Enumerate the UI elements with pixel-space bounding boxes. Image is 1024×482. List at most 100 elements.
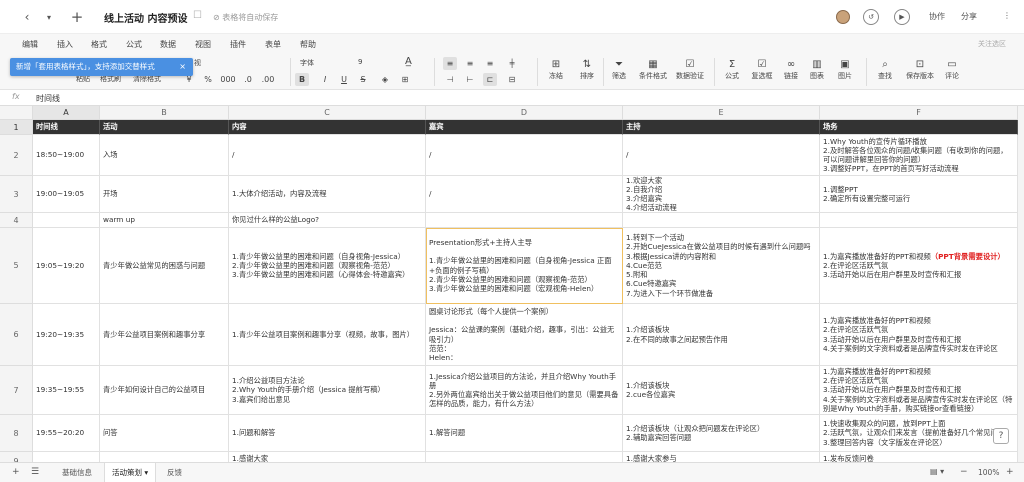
- menu-edit[interactable]: 编辑: [22, 39, 38, 50]
- chevron-down-icon[interactable]: ▾: [144, 468, 148, 477]
- table-cell[interactable]: 1.介绍该板块 2.在不同的故事之间起预告作用: [623, 304, 820, 366]
- formula-input[interactable]: 时间线: [36, 93, 60, 104]
- table-cell[interactable]: 1.解答问题: [426, 415, 623, 452]
- menu-formula[interactable]: 公式: [126, 39, 142, 50]
- table-cell[interactable]: 1.转到下一个活动 2.开始CueJessica在做公益项目的时候有遇到什么问题…: [623, 228, 820, 304]
- table-cell[interactable]: 青少年如何设计自己的公益项目: [100, 366, 229, 415]
- menu-insert[interactable]: 插入: [57, 39, 73, 50]
- data-validation-button[interactable]: ☑ 数据验证: [673, 59, 707, 81]
- table-cell[interactable]: 开场: [100, 176, 229, 213]
- font-color-icon[interactable]: A̲: [405, 56, 412, 67]
- table-cell[interactable]: 1.快速收集观众的问题，放到PPT上面 2.活跃气氛，让观众们来发言（提前准备好…: [820, 415, 1018, 452]
- save-version-button[interactable]: ⊡ 保存版本: [901, 59, 939, 81]
- chart-button[interactable]: ▥ 图表: [806, 59, 828, 81]
- table-cell[interactable]: 1.青少年公益项目案例和趣事分享（视频，故事，图片）: [229, 304, 426, 366]
- italic-button[interactable]: I: [318, 73, 332, 86]
- row-header[interactable]: 6: [0, 304, 33, 366]
- font-size-select[interactable]: 9: [358, 58, 362, 66]
- more-icon[interactable]: ⋮: [1003, 11, 1011, 20]
- table-cell[interactable]: 1.青少年做公益里的困难和问题（自身视角-Jessica） 2.青少年做公益里的…: [229, 228, 426, 304]
- align-right-icon[interactable]: ≡: [483, 57, 497, 70]
- table-cell[interactable]: /: [426, 176, 623, 213]
- help-button[interactable]: ?: [993, 428, 1009, 444]
- table-cell[interactable]: 1.发布反馈问卷: [820, 452, 1018, 462]
- conditional-format-button[interactable]: ▦ 条件格式: [636, 59, 670, 81]
- table-cell[interactable]: 18:50~19:00: [33, 135, 100, 176]
- image-button[interactable]: ▣ 图片: [834, 59, 856, 81]
- align-left-icon[interactable]: ≡: [443, 57, 457, 70]
- present-icon[interactable]: ▶: [894, 9, 910, 25]
- table-cell[interactable]: 活动: [100, 120, 229, 135]
- table-cell[interactable]: 入场: [100, 135, 229, 176]
- row-header[interactable]: 4: [0, 213, 33, 228]
- percent-button[interactable]: %: [201, 73, 215, 86]
- table-cell[interactable]: 圆桌讨论形式（每个人提供一个案例） Jessica：公益课的案例（基础介绍，趣事…: [426, 304, 623, 366]
- table-cell[interactable]: 主持: [623, 120, 820, 135]
- table-cell[interactable]: 1.介绍该板块（让观众把问题发在评论区） 2.辅助嘉宾回答问题: [623, 415, 820, 452]
- border-icon[interactable]: ⊞: [398, 73, 412, 86]
- fill-color-icon[interactable]: ◈: [378, 73, 392, 86]
- align-center-icon[interactable]: ≡: [463, 57, 477, 70]
- table-cell[interactable]: /: [229, 135, 426, 176]
- thousands-button[interactable]: 000: [218, 73, 238, 86]
- table-cell[interactable]: [100, 452, 229, 462]
- new-doc-button[interactable]: +: [66, 8, 88, 26]
- focus-selection-button[interactable]: 关注选区: [978, 39, 1006, 49]
- collab-button[interactable]: 协作: [929, 11, 945, 22]
- column-header[interactable]: E: [623, 106, 820, 120]
- view-mode-icon[interactable]: ▤ ▾: [930, 467, 944, 476]
- zoom-in-icon[interactable]: +: [1006, 467, 1014, 477]
- bookmark-icon[interactable]: ☐: [193, 10, 202, 21]
- merge-cells-icon[interactable]: ⊟: [505, 73, 519, 86]
- avatar[interactable]: [836, 10, 850, 24]
- row-header[interactable]: 2: [0, 135, 33, 176]
- table-cell[interactable]: 1.介绍公益项目方法论 2.Why Youth的手册介绍（Jessica 提前写…: [229, 366, 426, 415]
- table-cell[interactable]: 1.为嘉宾播放准备好的PPT和视频 2.在评论区活跃气氛 3.活动开始以后在用户…: [820, 366, 1018, 415]
- back-icon[interactable]: ‹: [16, 8, 38, 26]
- row-header[interactable]: 8: [0, 415, 33, 452]
- table-cell[interactable]: 内容: [229, 120, 426, 135]
- table-cell[interactable]: 19:05~19:20: [33, 228, 100, 304]
- table-cell[interactable]: 青少年做公益常见的困惑与问题: [100, 228, 229, 304]
- strikethrough-button[interactable]: S: [356, 73, 370, 86]
- menu-plugins[interactable]: 插件: [230, 39, 246, 50]
- checkbox-button[interactable]: ☑ 复选框: [749, 59, 775, 81]
- history-icon[interactable]: ↺: [863, 9, 879, 25]
- table-cell[interactable]: 场务: [820, 120, 1018, 135]
- menu-form[interactable]: 表单: [265, 39, 281, 50]
- menu-data[interactable]: 数据: [160, 39, 176, 50]
- table-cell[interactable]: [820, 213, 1018, 228]
- close-icon[interactable]: ×: [179, 58, 186, 76]
- select-all-corner[interactable]: [0, 106, 33, 120]
- column-header[interactable]: D: [426, 106, 623, 120]
- table-cell[interactable]: 时间线: [33, 120, 100, 135]
- zoom-out-icon[interactable]: −: [960, 467, 968, 477]
- table-cell[interactable]: 1.感谢大家参与: [623, 452, 820, 462]
- style-dropdown[interactable]: 视: [194, 58, 201, 68]
- feature-toast[interactable]: 新增「套用表格样式」，支持添加交替样式 ×: [10, 58, 193, 76]
- filter-button[interactable]: ⏷ 筛选: [608, 59, 630, 81]
- underline-button[interactable]: U: [337, 73, 351, 86]
- table-cell[interactable]: 问答: [100, 415, 229, 452]
- spreadsheet-grid[interactable]: A B C D E F 1 时间线 活动 内容 嘉宾 主持 场务 2 18:50…: [0, 106, 1018, 462]
- table-cell[interactable]: 1.大体介绍活动，内容及流程: [229, 176, 426, 213]
- add-sheet-icon[interactable]: +: [12, 467, 20, 477]
- sort-button[interactable]: ⇅ 排序: [576, 59, 598, 81]
- table-cell[interactable]: [426, 213, 623, 228]
- table-cell[interactable]: 你见过什么样的公益Logo?: [229, 213, 426, 228]
- table-cell[interactable]: [33, 213, 100, 228]
- menu-format[interactable]: 格式: [91, 39, 107, 50]
- sheet-tab[interactable]: 基础信息: [55, 463, 99, 482]
- column-header[interactable]: C: [229, 106, 426, 120]
- table-cell[interactable]: 1.感谢大家: [229, 452, 426, 462]
- table-cell[interactable]: 19:35~19:55: [33, 366, 100, 415]
- share-button[interactable]: 分享: [961, 11, 977, 22]
- bold-button[interactable]: B: [295, 73, 309, 86]
- vertical-align-icon[interactable]: ╪: [505, 57, 519, 70]
- table-cell[interactable]: [623, 213, 820, 228]
- link-button[interactable]: ∞ 链接: [780, 59, 802, 81]
- row-header[interactable]: 1: [0, 120, 33, 135]
- doc-title[interactable]: 线上活动 内容预设: [104, 10, 187, 25]
- row-header[interactable]: 7: [0, 366, 33, 415]
- column-header[interactable]: F: [820, 106, 1018, 120]
